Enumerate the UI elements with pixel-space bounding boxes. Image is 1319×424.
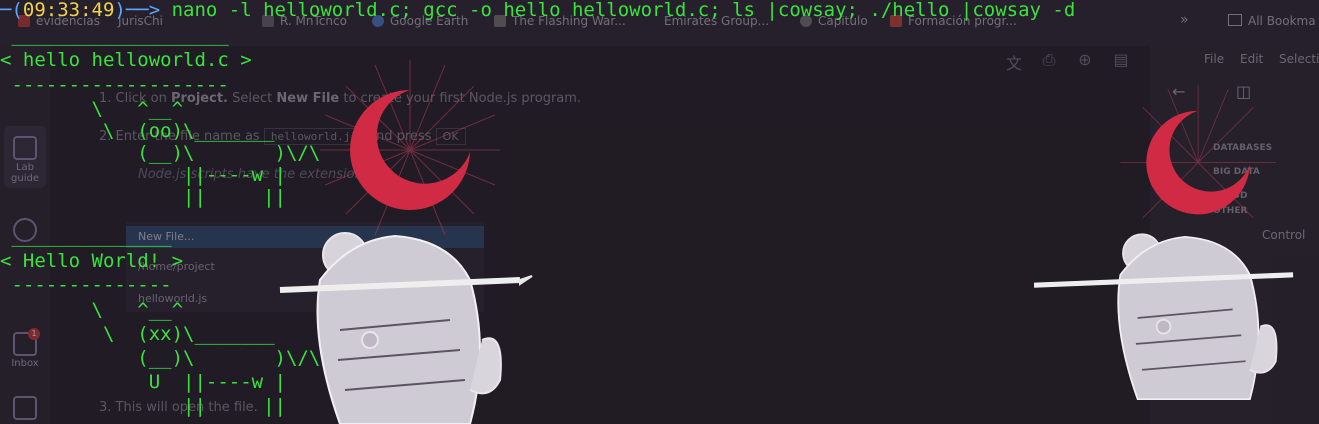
split-view-icon[interactable]: ◫: [1236, 82, 1251, 101]
new-file-menu-item[interactable]: New File...: [126, 226, 484, 248]
all-bookmarks[interactable]: All Bookma: [1228, 14, 1316, 28]
cowsay-dead-bubble-bottom: --------------: [0, 274, 172, 296]
menu-edit[interactable]: Edit: [1240, 52, 1263, 66]
prompt-bracket-open: ─(: [0, 0, 23, 21]
shell-command: nano -l helloworld.c; gcc -o hello hello…: [171, 0, 1076, 21]
prompt-time: 09:33:49: [22, 0, 115, 21]
cowsay-dead-bubble-top: ______________: [0, 225, 172, 247]
menu-selection[interactable]: Selecti: [1279, 52, 1319, 66]
translate-icon[interactable]: 文: [1005, 50, 1023, 73]
cowsay-bubble-text: < hello helloworld.c >: [0, 49, 252, 71]
cowsay-dead-cow: \ ^__^ \ (xx)\_______ (__)\ )\/\ U ||---…: [91, 299, 321, 417]
cowsay-bubble-top: ___________________: [0, 24, 229, 46]
menu-file[interactable]: File: [1204, 52, 1224, 66]
prompt-arrow: )──>: [114, 0, 172, 21]
section-big-data[interactable]: BIG DATA: [1213, 167, 1260, 177]
section-databases[interactable]: DATABASES: [1213, 143, 1272, 153]
cowsay-dead-bubble-text: < Hello World! >: [0, 250, 184, 272]
section-cloud[interactable]: CLOUD: [1213, 191, 1247, 201]
more-bookmarks-icon[interactable]: »: [1180, 12, 1189, 28]
shell-prompt[interactable]: ─(09:33:49)──> nano -l helloworld.c; gcc…: [0, 0, 1075, 23]
cowsay-cow: \ ^__^ \ (oo)\_______ (__)\ )\/\ ||----w…: [91, 98, 321, 208]
ok-key: OK: [435, 128, 466, 145]
print-icon[interactable]: ⎙: [1040, 50, 1058, 69]
cowsay-bubble-bottom: -------------------: [0, 74, 229, 96]
ide-panel: File Edit Selecti ← ◫ DATABASES BIG DATA…: [1150, 46, 1319, 424]
file-icon[interactable]: ▤: [1112, 50, 1130, 69]
back-arrow-icon[interactable]: ←: [1172, 82, 1185, 101]
section-other[interactable]: OTHER: [1213, 206, 1247, 216]
control-label[interactable]: Control: [1262, 228, 1305, 242]
folder-icon: [1228, 14, 1242, 26]
add-file-icon[interactable]: ⊕: [1076, 50, 1094, 69]
